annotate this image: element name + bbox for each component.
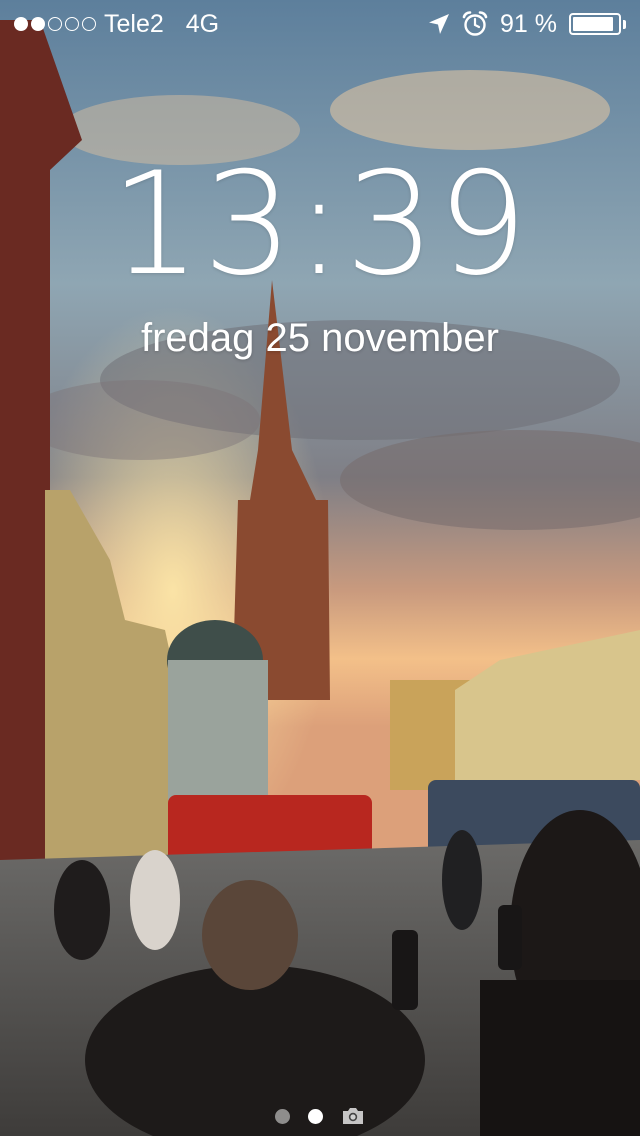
camera-icon[interactable] xyxy=(341,1106,365,1126)
page-dot-active[interactable] xyxy=(308,1108,323,1124)
signal-dot xyxy=(48,17,62,31)
carrier-name: Tele2 xyxy=(104,10,164,38)
battery-level-fill xyxy=(573,17,613,31)
network-type: 4G xyxy=(185,10,220,38)
page-indicator[interactable] xyxy=(0,1104,640,1128)
signal-dot xyxy=(31,17,45,31)
signal-dot xyxy=(65,17,79,31)
location-arrow-icon xyxy=(429,14,450,34)
page-dot[interactable] xyxy=(275,1108,290,1124)
alarm-clock-icon xyxy=(462,11,488,36)
signal-dot xyxy=(82,17,96,31)
status-bar-left: Tele2 4G xyxy=(14,0,219,48)
lock-screen-date: fredag 25 november xyxy=(140,316,499,360)
battery-icon xyxy=(569,13,621,35)
lock-screen-time: 13:39 xyxy=(110,142,530,307)
signal-strength-indicator xyxy=(14,17,96,31)
battery-percentage: 91 % xyxy=(500,10,557,38)
signal-dot xyxy=(14,17,28,31)
status-bar: Tele2 4G 91 % xyxy=(0,0,640,48)
status-bar-right: 91 % xyxy=(428,0,626,48)
battery-tip xyxy=(623,19,626,29)
